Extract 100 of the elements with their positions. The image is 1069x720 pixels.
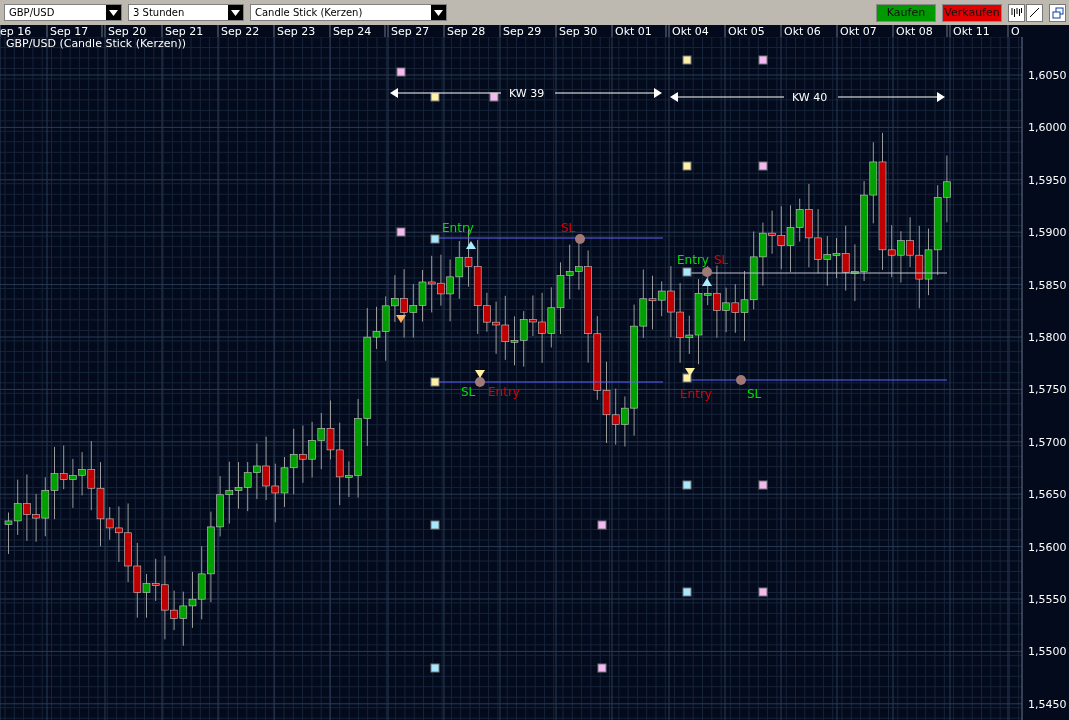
- date-label: Okt 01: [615, 25, 652, 38]
- candle: [41, 476, 50, 537]
- windows-icon: [1051, 6, 1064, 19]
- price-label: 1,5900: [1028, 226, 1067, 240]
- trade-label: Entry: [488, 385, 520, 399]
- price-label: 1,6000: [1028, 121, 1067, 135]
- date-label: Sep 22: [221, 25, 260, 38]
- date-label: Sep 30: [559, 25, 598, 38]
- date-label: Sep 17: [50, 25, 89, 38]
- candle: [427, 255, 436, 313]
- date-label: O: [1011, 25, 1020, 38]
- bars-icon: [1011, 7, 1022, 18]
- week-label: KW 39: [509, 87, 545, 100]
- marker-square: [758, 587, 768, 597]
- dropdown[interactable]: Candle Stick (Kerzen): [250, 4, 447, 21]
- trade-label: Entry: [680, 387, 712, 401]
- down-triangle-icon: [396, 315, 406, 323]
- marker-square: [758, 480, 768, 490]
- price-label: 1,5700: [1028, 435, 1067, 449]
- marker-square: [682, 480, 692, 490]
- candle: [418, 269, 427, 323]
- marker-square: [430, 92, 440, 102]
- price-label: 1,5650: [1028, 488, 1067, 502]
- candle: [280, 456, 289, 508]
- candle: [565, 244, 574, 300]
- marker-square: [396, 227, 406, 237]
- candle: [234, 461, 243, 510]
- marker-square: [682, 55, 692, 65]
- marker-square: [682, 587, 692, 597]
- line-tool[interactable]: [1026, 3, 1043, 22]
- marker-square: [430, 520, 440, 530]
- candle: [179, 591, 188, 647]
- marker-square: [489, 92, 499, 102]
- candle: [4, 512, 13, 555]
- trade-label: Entry: [442, 221, 474, 235]
- price-label: 1,5450: [1028, 697, 1067, 711]
- date-label: ep 16: [0, 25, 32, 38]
- stop-loss-dot: [736, 375, 746, 385]
- marker-square: [396, 67, 406, 77]
- stop-loss-dot: [475, 377, 485, 387]
- date-label: Sep 24: [333, 25, 372, 38]
- price-label: 1,5800: [1028, 331, 1067, 344]
- dropdown[interactable]: 3 Stunden: [128, 4, 244, 21]
- price-label: 1,5600: [1028, 540, 1067, 554]
- marker-square: [758, 55, 768, 65]
- candle: [823, 235, 832, 287]
- trade-label: SL: [747, 387, 762, 401]
- date-label: Sep 21: [165, 25, 204, 38]
- marker-square: [430, 234, 440, 244]
- trade-label: SL: [714, 253, 729, 267]
- candle: [271, 463, 280, 523]
- marker-square: [597, 663, 607, 673]
- trade-label: Entry: [677, 253, 709, 267]
- date-label: Okt 11: [953, 25, 990, 38]
- candle: [547, 286, 556, 348]
- marker-square: [682, 373, 692, 383]
- candle: [225, 461, 234, 525]
- candle: [740, 270, 749, 342]
- candle: [731, 283, 740, 334]
- caret-icon: [231, 9, 240, 16]
- candle: [326, 400, 335, 460]
- price-label: 1,5500: [1028, 645, 1067, 659]
- up-triangle-icon: [466, 241, 476, 249]
- date-label: Sep 20: [108, 25, 147, 38]
- buy-button[interactable]: Kaufen: [876, 3, 936, 22]
- date-label: Okt 08: [896, 25, 933, 38]
- candle: [188, 571, 197, 629]
- candle: [317, 412, 326, 470]
- down-triangle-icon: [685, 368, 695, 376]
- candle: [289, 428, 298, 495]
- dropdown[interactable]: GBP/USD: [4, 4, 122, 21]
- candle: [455, 240, 464, 300]
- window-button[interactable]: [1049, 3, 1066, 22]
- caret-icon: [434, 9, 443, 16]
- date-label: Okt 05: [728, 25, 765, 38]
- date-label: Okt 07: [840, 25, 877, 38]
- marker-square: [682, 267, 692, 277]
- bar-chart-tool[interactable]: [1008, 3, 1025, 22]
- price-label: 1,5950: [1028, 173, 1067, 187]
- date-label: Sep 28: [447, 25, 486, 38]
- trade-label: SL: [561, 221, 576, 235]
- candle: [243, 461, 252, 512]
- candle: [501, 295, 510, 361]
- marker-square: [597, 520, 607, 530]
- up-triangle-icon: [702, 278, 712, 286]
- marker-square: [682, 161, 692, 171]
- price-label: 1,5850: [1028, 278, 1067, 292]
- price-label: 1,5550: [1028, 593, 1067, 606]
- marker-square: [430, 663, 440, 673]
- down-triangle-icon: [475, 370, 485, 378]
- stop-loss-dot: [702, 267, 712, 277]
- candle: [519, 310, 528, 368]
- sell-button[interactable]: Verkaufen: [942, 3, 1002, 22]
- trade-label: SL: [461, 385, 476, 399]
- price-label: 1,5750: [1028, 383, 1067, 397]
- caret-icon: [109, 9, 118, 16]
- marker-square: [758, 161, 768, 171]
- week-label: KW 40: [792, 91, 828, 104]
- marker-square: [430, 377, 440, 387]
- chart-title: GBP/USD (Candle Stick (Kerzen)): [6, 37, 186, 50]
